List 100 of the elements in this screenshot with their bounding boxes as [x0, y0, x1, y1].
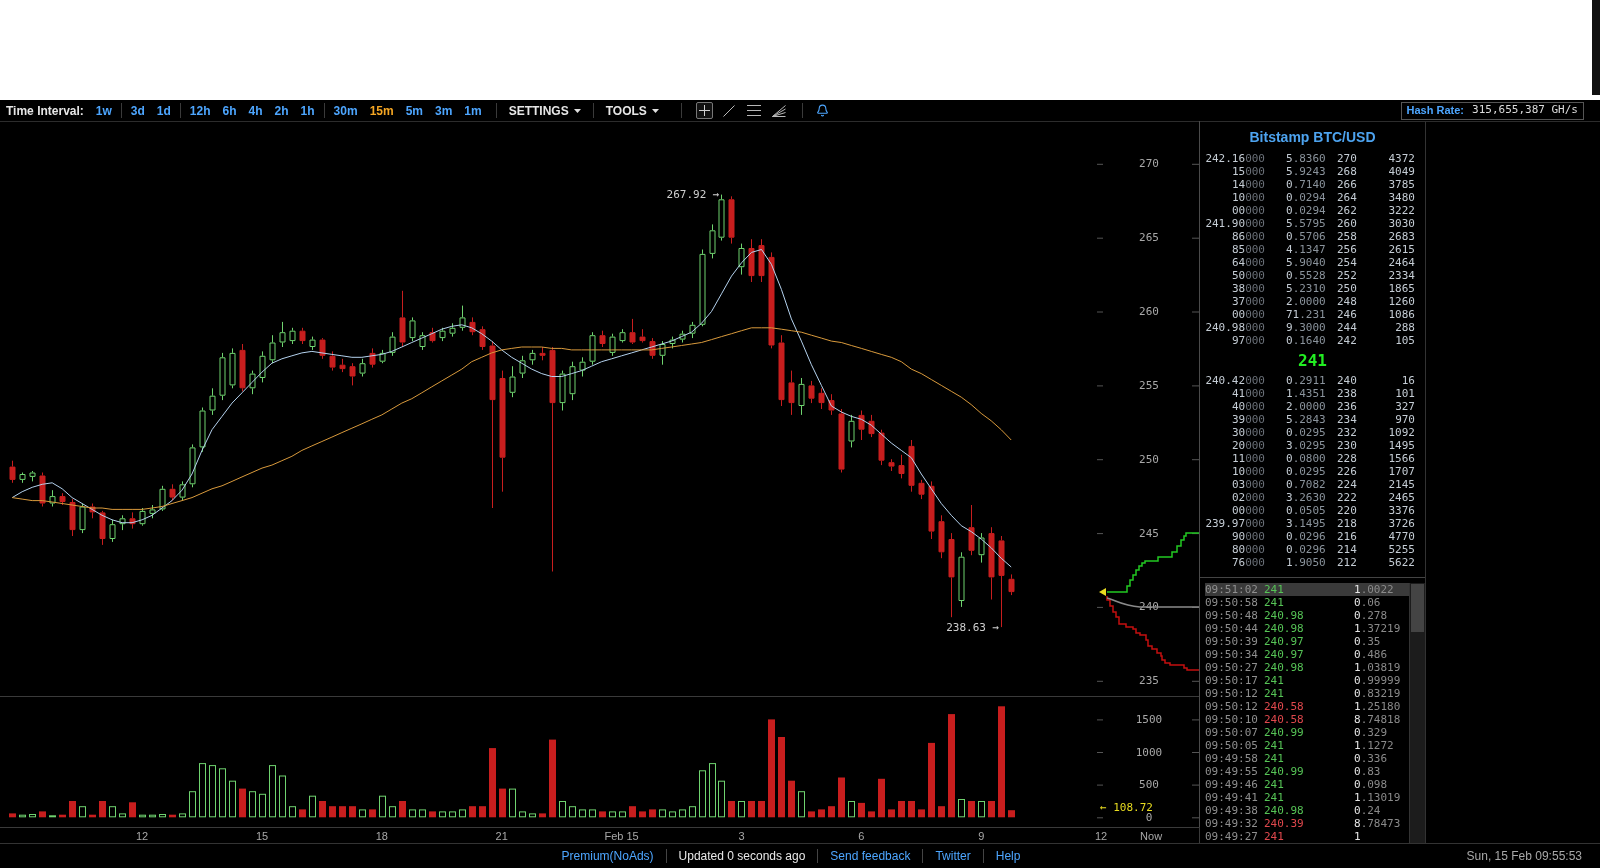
axis-label: 9: [978, 829, 985, 842]
interval-button[interactable]: 30m: [327, 101, 364, 120]
bid-value: 236: [1337, 400, 1358, 413]
axis-label: 500: [1139, 778, 1159, 792]
bid-price: 39000: [1230, 413, 1265, 426]
interval-button[interactable]: 5m: [399, 101, 429, 120]
candle: [39, 472, 46, 507]
drawing-tool-button[interactable]: [770, 102, 788, 119]
footer-link[interactable]: Send feedback: [830, 847, 911, 865]
bid-total: 2145: [1387, 478, 1416, 491]
trade-row[interactable]: 09:49:58 241 0.336: [1205, 752, 1409, 765]
tick-mark: [1096, 533, 1104, 535]
candle: [798, 377, 805, 416]
interval-button[interactable]: 1m: [458, 101, 488, 120]
scrollbar-thumb[interactable]: [1411, 584, 1424, 632]
page-scrollbar-thumb[interactable]: [1592, 0, 1600, 95]
candle: [459, 305, 466, 332]
trade-time: 09:50:07: [1205, 726, 1258, 739]
ask-value: 260: [1337, 217, 1358, 230]
scrollbar[interactable]: [1409, 583, 1425, 843]
volume-bar: [219, 768, 226, 818]
trade-row[interactable]: 09:50:17 241 0.99999: [1205, 674, 1409, 687]
volume-bar: [978, 801, 985, 818]
ask-price: 38000: [1230, 282, 1265, 295]
volume-bar: [808, 811, 815, 818]
volume-bar: [149, 814, 156, 818]
interval-button[interactable]: 15m: [363, 101, 400, 120]
candle: [429, 327, 436, 343]
trade-price: 240.98: [1264, 611, 1304, 620]
trade-row[interactable]: 09:49:38 240.98 0.24: [1205, 804, 1409, 817]
footer-link[interactable]: Help: [995, 847, 1021, 865]
interval-button[interactable]: 3d: [124, 101, 151, 120]
candle: [689, 321, 696, 339]
trade-row[interactable]: 09:50:44 240.98 1.37219: [1205, 622, 1409, 635]
price-annotation: 267.92 →: [666, 188, 720, 202]
trade-row[interactable]: 09:49:27 241 1: [1205, 830, 1409, 843]
trade-row[interactable]: 09:50:07 240.99 0.329: [1205, 726, 1409, 739]
volume-bar: [119, 813, 126, 818]
interval-button[interactable]: 1d: [150, 101, 177, 120]
candle: [169, 483, 176, 502]
tick-mark: [1096, 719, 1104, 721]
interval-button[interactable]: 12h: [183, 101, 217, 120]
ask-price: 64000: [1230, 256, 1265, 269]
trade-row[interactable]: 09:50:12 241 0.83219: [1205, 687, 1409, 700]
menu-button[interactable]: TOOLS: [593, 101, 671, 120]
trade-price: 241: [1264, 676, 1284, 685]
axis-label: 6: [858, 829, 865, 842]
drawing-tool-button[interactable]: [695, 102, 713, 119]
interval-button[interactable]: 1h: [294, 101, 321, 120]
trade-row[interactable]: 09:49:55 240.99 0.83: [1205, 765, 1409, 778]
candle: [888, 458, 895, 472]
volume-bar: [968, 801, 975, 818]
trade-price: 240.97: [1264, 650, 1304, 659]
bid-amount: 3.2630: [1286, 491, 1327, 504]
trade-row[interactable]: 09:50:12 240.58 1.25180: [1205, 700, 1409, 713]
diagonal-line-icon: [723, 104, 736, 117]
trade-row[interactable]: 09:49:41 241 1.13019: [1205, 791, 1409, 804]
ask-total: 3222: [1387, 204, 1416, 217]
volume-bar: [748, 801, 755, 818]
footer-link[interactable]: Premium(NoAds): [561, 847, 654, 865]
trade-row[interactable]: 09:49:46 241 0.098: [1205, 778, 1409, 791]
ask-value: 258: [1337, 230, 1358, 243]
volume-bar: [79, 806, 86, 818]
interval-button[interactable]: 1w: [89, 101, 118, 120]
candle: [679, 330, 686, 343]
interval-button[interactable]: 2h: [268, 101, 295, 120]
trade-row[interactable]: 09:50:39 240.97 0.35: [1205, 635, 1409, 648]
interval-button[interactable]: 6h: [216, 101, 243, 120]
candle: [938, 514, 945, 559]
trade-price: 240.97: [1264, 637, 1304, 646]
trade-amount: 8.78473: [1354, 817, 1401, 830]
candle: [878, 429, 885, 466]
trade-time: 09:49:32: [1205, 817, 1258, 830]
trade-time: 09:50:39: [1205, 635, 1258, 648]
menu-button[interactable]: SETTINGS: [496, 101, 593, 120]
volume-bar: [69, 801, 76, 818]
interval-button[interactable]: 3m: [429, 101, 459, 120]
last-price: 241: [1298, 349, 1327, 372]
alerts-button[interactable]: [814, 102, 831, 119]
volume-bar: [379, 795, 386, 818]
footer-link[interactable]: Twitter: [935, 847, 971, 865]
trade-row[interactable]: 09:51:02 241 1.0022: [1205, 583, 1409, 596]
trade-row[interactable]: 09:50:10 240.58 8.74818: [1205, 713, 1409, 726]
trade-row[interactable]: 09:50:27 240.98 1.03819: [1205, 661, 1409, 674]
trade-time: 09:50:17: [1205, 674, 1258, 687]
interval-button[interactable]: 4h: [242, 101, 269, 120]
ask-value: 252: [1337, 269, 1358, 282]
trade-row[interactable]: 09:50:58 241 0.06: [1205, 596, 1409, 609]
bid-total: 1566: [1387, 452, 1416, 465]
volume-bar: [279, 775, 286, 818]
drawing-tool-button[interactable]: [745, 102, 763, 119]
ask-total: 1260: [1387, 295, 1416, 308]
bid-total: 4770: [1387, 530, 1416, 543]
trade-row[interactable]: 09:50:34 240.97 0.486: [1205, 648, 1409, 661]
trade-row[interactable]: 09:49:32 240.39 8.78473: [1205, 817, 1409, 830]
trade-row[interactable]: 09:50:05 241 1.1272: [1205, 739, 1409, 752]
trade-row[interactable]: 09:50:48 240.98 0.278: [1205, 609, 1409, 622]
bid-amount: 0.0296: [1286, 530, 1327, 543]
candle: [329, 350, 336, 372]
ask-price: 50000: [1230, 269, 1265, 282]
